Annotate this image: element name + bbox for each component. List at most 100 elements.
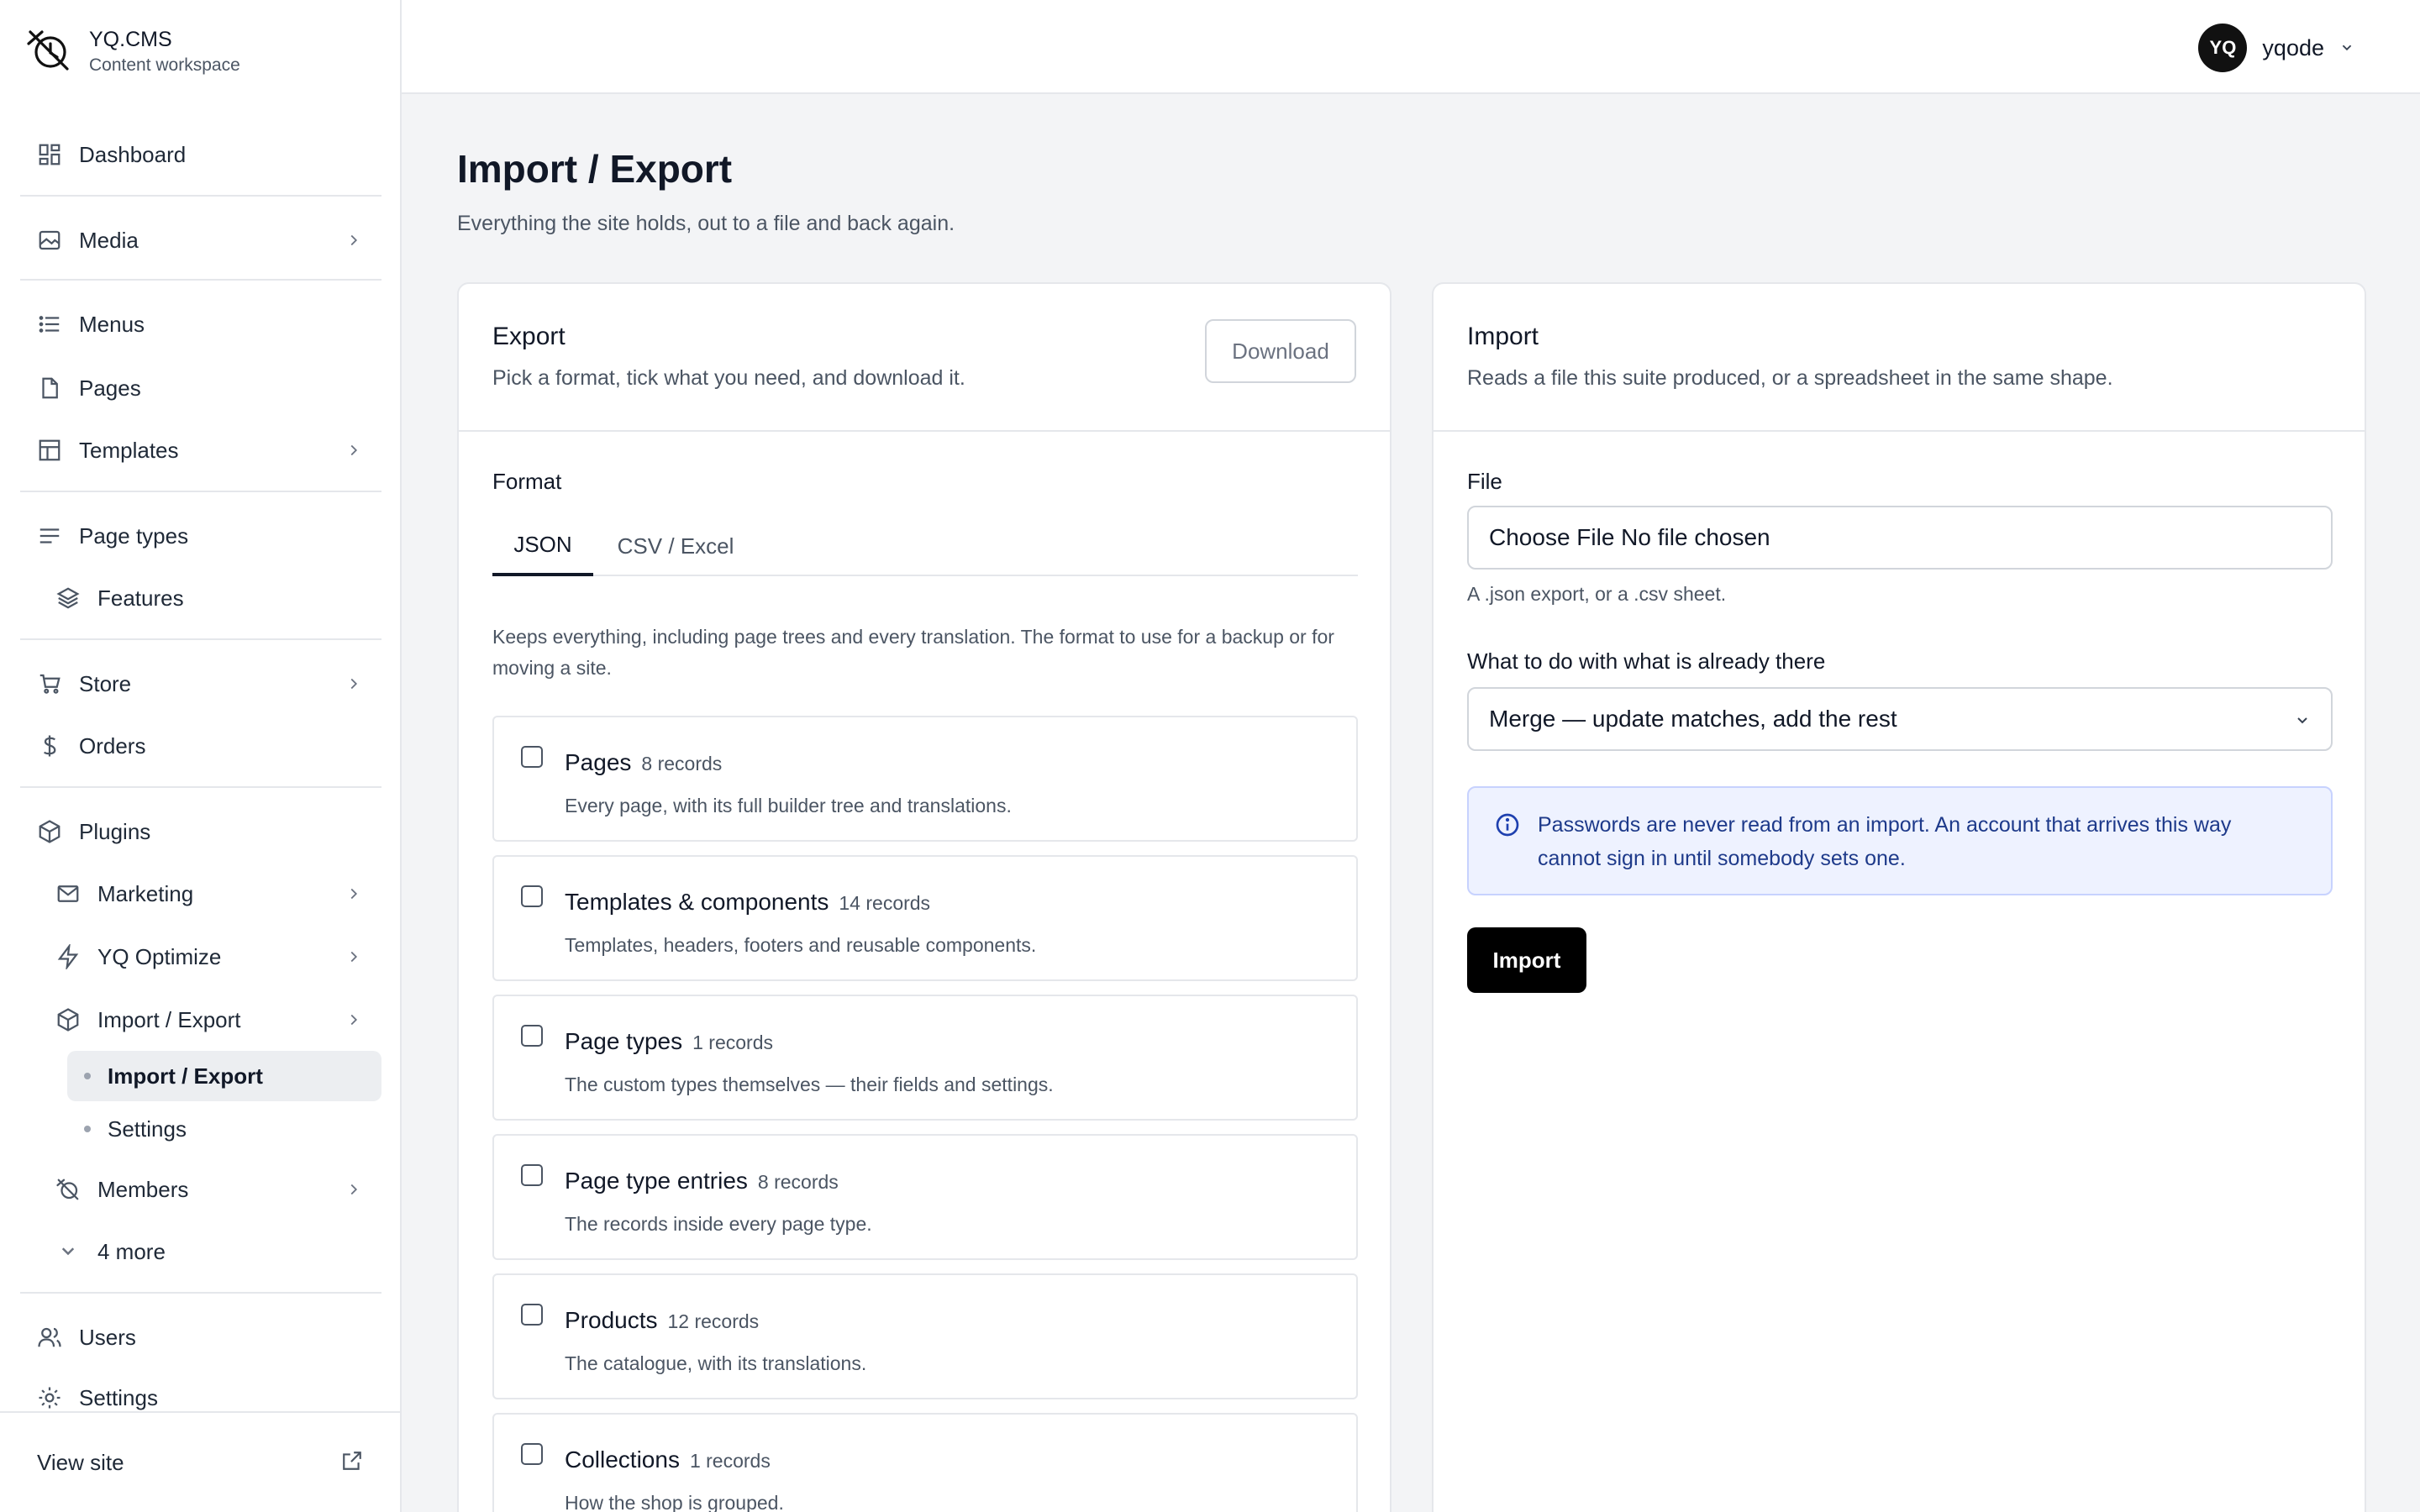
record-name: Templates & components — [565, 889, 829, 915]
format-description: Keeps everything, including page trees a… — [492, 626, 1334, 679]
sidebar-item-label: Users — [79, 1324, 136, 1350]
cube-icon — [39, 820, 60, 843]
record-count: 8 records — [641, 753, 723, 774]
file-hint: A .json export, or a .csv sheet. — [1467, 583, 1727, 605]
divider — [20, 1292, 381, 1294]
import-button[interactable]: Import — [1467, 927, 1586, 993]
export-card: Export Pick a format, tick what you need… — [457, 282, 1392, 1512]
page-subtitle: Everything the site holds, out to a file… — [457, 212, 955, 235]
checkbox[interactable] — [521, 885, 543, 907]
sidebar: YQ.CMS Content workspace Dashboard Media… — [0, 0, 402, 1512]
record-option-products[interactable]: Products 12 records The catalogue, with i… — [492, 1273, 1358, 1399]
record-option-templates[interactable]: Templates & components 14 records Templat… — [492, 855, 1358, 981]
record-count: 8 records — [757, 1171, 839, 1193]
view-site-label: View site — [37, 1450, 124, 1475]
tab-json[interactable]: JSON — [492, 516, 593, 576]
checkbox[interactable] — [521, 746, 543, 768]
format-label: Format — [492, 469, 562, 494]
record-option-pages[interactable]: Pages 8 records Every page, with its full… — [492, 716, 1358, 842]
mail-icon — [57, 885, 79, 902]
dollar-icon — [43, 735, 56, 757]
record-description: The records inside every page type. — [565, 1213, 872, 1235]
sidebar-item-page-types[interactable]: Page types — [22, 511, 381, 561]
chevron-right-icon — [350, 444, 358, 456]
record-description: Templates, headers, footers and reusable… — [565, 934, 1037, 956]
record-name: Products — [565, 1307, 658, 1333]
sidebar-item-label: Import / Export — [108, 1063, 263, 1089]
sidebar-item-label: Settings — [108, 1116, 187, 1142]
lines-icon — [39, 528, 60, 543]
file-icon — [42, 377, 58, 399]
sidebar-item-templates[interactable]: Templates — [22, 425, 381, 475]
sidebar-item-label: Store — [79, 670, 132, 696]
sidebar-item-features[interactable]: Features — [22, 573, 381, 623]
image-icon — [39, 230, 60, 250]
record-option-page-type-entries[interactable]: Page type entries 8 records The records i… — [492, 1134, 1358, 1260]
chevron-right-icon — [350, 678, 358, 690]
sidebar-item-store[interactable]: Store — [22, 659, 381, 709]
checkbox[interactable] — [521, 1443, 543, 1465]
divider — [20, 491, 381, 492]
sidebar-item-orders[interactable]: Orders — [22, 721, 381, 771]
merge-mode-select[interactable]: Merge — update matches, add the rest — [1467, 687, 2333, 751]
sidebar-item-import-export[interactable]: Import / Export — [22, 995, 381, 1045]
sidebar-item-import-export-settings[interactable]: Settings — [67, 1104, 381, 1154]
record-name: Page types — [565, 1028, 683, 1054]
chevron-right-icon — [350, 234, 358, 246]
sidebar-item-label: Import / Export — [97, 1006, 241, 1032]
sidebar-item-pages[interactable]: Pages — [22, 363, 381, 413]
tab-csv-excel[interactable]: CSV / Excel — [608, 516, 743, 576]
view-site-link[interactable]: View site — [0, 1411, 400, 1512]
username: yqode — [2262, 34, 2324, 60]
divider — [20, 786, 381, 788]
sidebar-item-media[interactable]: Media — [22, 215, 381, 265]
list-icon — [39, 316, 60, 333]
sidebar-item-import-export-page[interactable]: Import / Export — [67, 1051, 381, 1101]
select-value: Merge — update matches, add the rest — [1489, 706, 1897, 732]
checkbox[interactable] — [521, 1164, 543, 1186]
sidebar-item-members[interactable]: Members — [22, 1164, 381, 1215]
record-description: The catalogue, with its translations. — [565, 1352, 867, 1374]
sidebar-item-plugins[interactable]: Plugins — [22, 806, 381, 857]
sidebar-item-menus[interactable]: Menus — [22, 299, 381, 349]
checkbox[interactable] — [521, 1304, 543, 1326]
chevron-right-icon — [350, 888, 358, 900]
import-title: Import — [1467, 323, 1539, 350]
chevron-down-icon — [2342, 45, 2352, 51]
format-tabs: JSON CSV / Excel — [492, 516, 1358, 576]
cart-icon — [39, 674, 60, 694]
sidebar-show-more[interactable]: 4 more — [22, 1226, 381, 1277]
brand[interactable]: YQ.CMS Content workspace — [25, 25, 240, 77]
bolt-icon — [57, 944, 79, 969]
record-description: Every page, with its full builder tree a… — [565, 795, 1012, 816]
layers-icon — [56, 587, 80, 609]
divider — [20, 195, 381, 197]
dashboard-icon — [39, 144, 60, 165]
brand-subtitle: Content workspace — [89, 55, 240, 75]
record-name: Collections — [565, 1446, 680, 1473]
sidebar-item-label: Dashboard — [79, 141, 187, 167]
record-count: 12 records — [667, 1310, 760, 1332]
file-label: File — [1467, 469, 1502, 494]
user-menu[interactable]: YQ yqode — [2198, 24, 2356, 72]
sidebar-item-label: Templates — [79, 437, 179, 463]
chevron-right-icon — [350, 1014, 358, 1026]
topbar: YQ yqode — [402, 0, 2420, 94]
bullet-icon — [84, 1073, 91, 1079]
import-card: Import Reads a file this suite produced,… — [1432, 282, 2366, 1512]
record-option-page-types[interactable]: Page types 1 records The custom types the… — [492, 995, 1358, 1121]
checkbox[interactable] — [521, 1025, 543, 1047]
record-count: 1 records — [689, 1450, 771, 1472]
sidebar-item-users[interactable]: Users — [22, 1312, 381, 1362]
sidebar-item-marketing[interactable]: Marketing — [22, 869, 381, 919]
sidebar-item-dashboard[interactable]: Dashboard — [22, 129, 381, 180]
file-input[interactable]: Choose File No file chosen — [1467, 506, 2333, 570]
chevron-right-icon — [350, 951, 358, 963]
sidebar-item-yq-optimize[interactable]: YQ Optimize — [22, 932, 381, 982]
sidebar-item-label: Menus — [79, 311, 145, 337]
divider — [20, 638, 381, 640]
notice-text: Passwords are never read from an import.… — [1538, 813, 2232, 870]
record-name: Page type entries — [565, 1168, 748, 1194]
record-option-collections[interactable]: Collections 1 records How the shop is gro… — [492, 1413, 1358, 1512]
download-button[interactable]: Download — [1205, 319, 1356, 383]
